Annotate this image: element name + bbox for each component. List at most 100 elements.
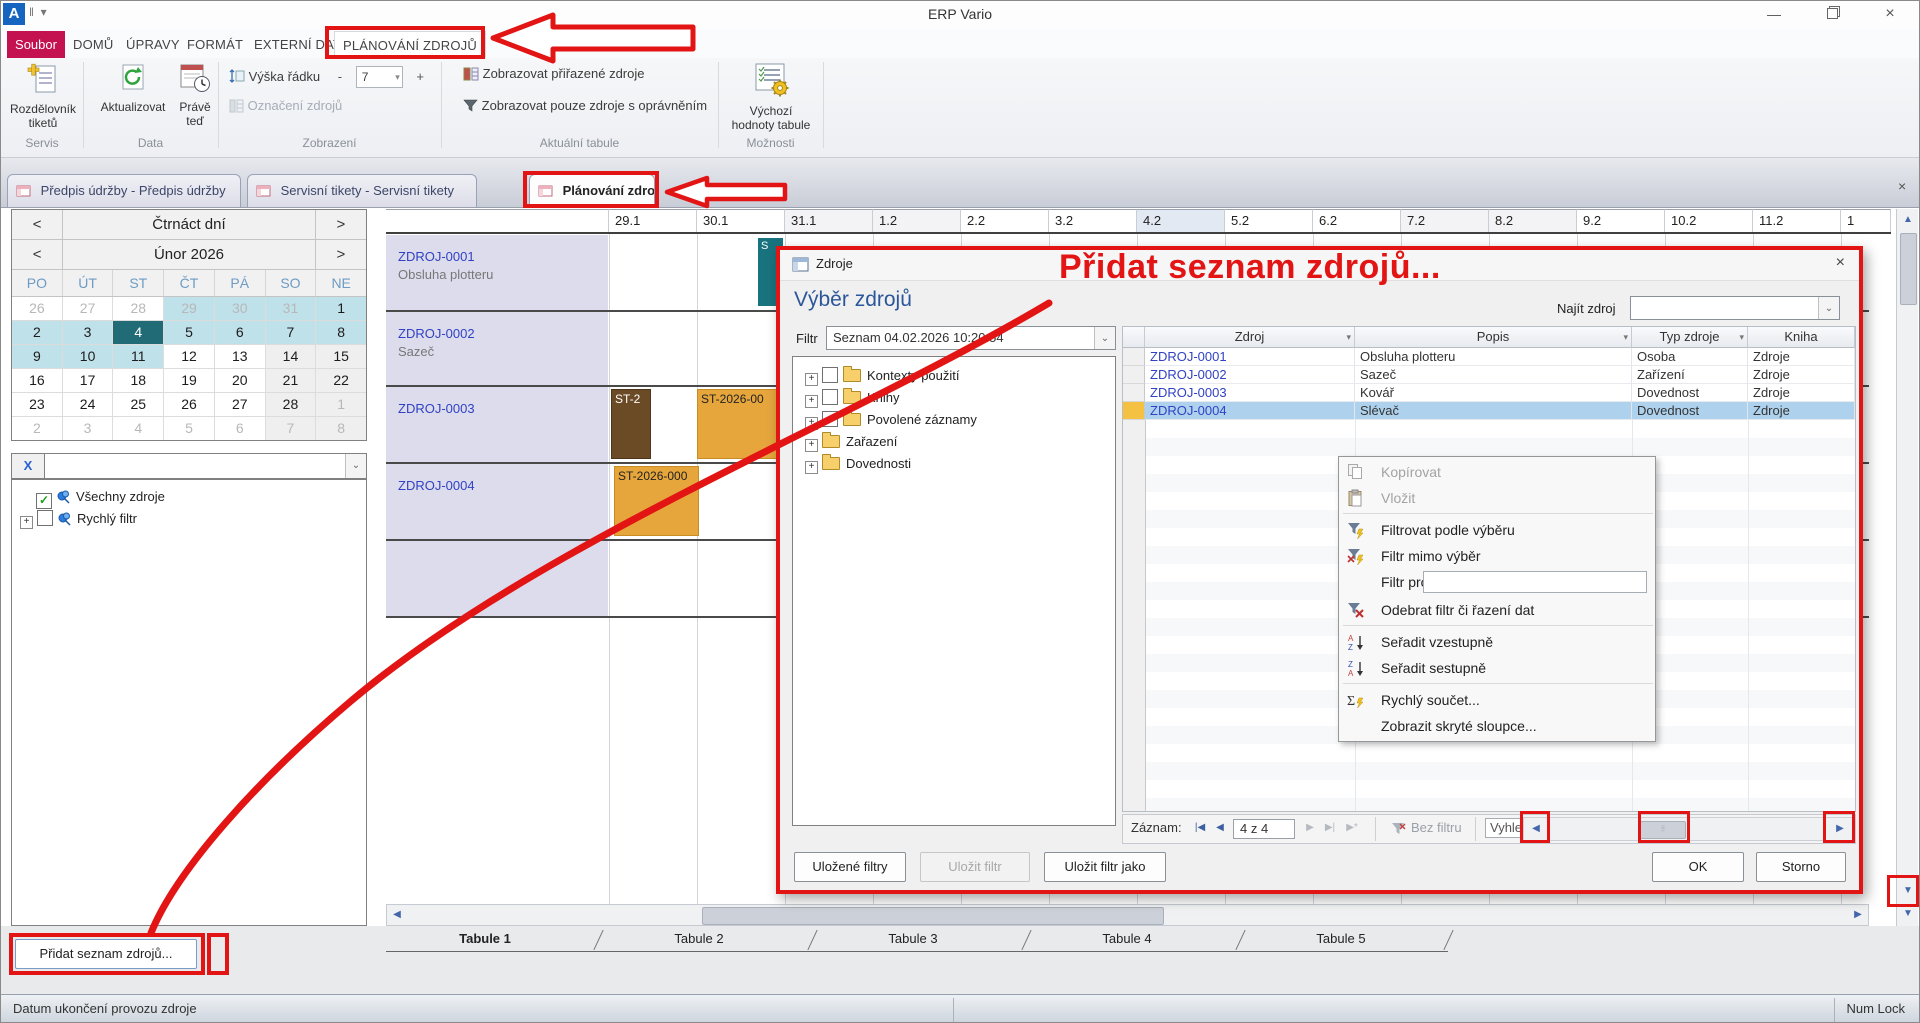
calendar-range-prev[interactable]: < — [12, 210, 63, 239]
table-cell[interactable]: Osoba — [1632, 348, 1748, 366]
menu-item-filtr-mimo-vyber[interactable]: Filtr mimo výběr — [1339, 543, 1655, 569]
chevron-down-icon[interactable]: ⌄ — [345, 454, 366, 478]
scroll-right-icon[interactable]: ▶ — [1830, 819, 1850, 839]
checkbox-icon[interactable] — [37, 510, 53, 526]
table-cell[interactable]: Zdroje — [1748, 348, 1855, 366]
calendar-day[interactable]: 4 — [113, 417, 164, 440]
row-height-minus[interactable]: - — [338, 69, 342, 84]
tree-item-povolene-zaznamy[interactable]: +Povolené záznamy — [793, 409, 1115, 431]
ribbon-tab-soubor[interactable]: Soubor — [7, 31, 65, 58]
saved-filters-button[interactable]: Uložené filtry — [794, 852, 906, 882]
aktualizovat-button[interactable]: Aktualizovat — [93, 62, 173, 114]
table-cell[interactable]: ZDROJ-0001 — [1145, 348, 1355, 366]
table-cell[interactable]: ZDROJ-0002 — [1145, 366, 1355, 384]
row-selector[interactable] — [1123, 366, 1145, 384]
previous-record-icon[interactable]: ◀ — [1211, 822, 1229, 833]
calendar-day[interactable]: 5 — [164, 321, 215, 344]
table-cell[interactable]: Obsluha plotteru — [1355, 348, 1632, 366]
resource-row[interactable]: ZDROJ-0004 — [386, 464, 608, 539]
rozdelovnik-tiketu-button[interactable]: Rozdělovník tiketů — [7, 62, 79, 130]
doc-tab-planovani-zdroju[interactable]: Plánování zdrojů — [529, 174, 655, 207]
calendar-range-next[interactable]: > — [316, 210, 366, 239]
calendar-day[interactable]: 1 — [316, 393, 366, 416]
record-position[interactable]: 4 z 4 — [1233, 819, 1295, 839]
calendar-day[interactable]: 19 — [164, 369, 215, 392]
doc-tab-servisni-tikety[interactable]: Servisní tikety - Servisní tikety — [247, 174, 477, 207]
sheet-tab-tabule-3[interactable]: Tabule 3 — [814, 926, 1012, 952]
calendar-day[interactable]: 28 — [266, 393, 317, 416]
table-horizontal-scrollbar[interactable]: ◀ ⦙⦙ ▶ — [1523, 817, 1853, 841]
last-record-icon[interactable]: ▶| — [1321, 822, 1339, 833]
calendar-day[interactable]: 7 — [266, 417, 317, 440]
find-resource-combo[interactable]: ⌄ — [1630, 296, 1840, 320]
vertical-scrollbar[interactable]: ▲ ▼ ▼ — [1896, 209, 1918, 926]
calendar-day[interactable]: 24 — [63, 393, 114, 416]
table-cell[interactable]: Dovednost — [1632, 402, 1748, 420]
calendar-day[interactable]: 9 — [12, 345, 63, 368]
calendar-day[interactable]: 22 — [316, 369, 366, 392]
checkbox-checked-icon[interactable]: ✓ — [36, 493, 52, 509]
sheet-tab-tabule-5[interactable]: Tabule 5 — [1242, 926, 1440, 952]
calendar-month-next[interactable]: > — [316, 240, 366, 269]
calendar-day[interactable]: 30 — [215, 297, 266, 320]
calendar-day-selected[interactable]: 4 — [113, 321, 164, 344]
expand-icon[interactable]: + — [805, 417, 818, 430]
menu-item-rychly-soucet[interactable]: Σ Rychlý součet... — [1339, 687, 1655, 713]
filter-status[interactable]: Bez filtru — [1411, 820, 1462, 835]
table-cell[interactable]: Dovednost — [1632, 384, 1748, 402]
table-cell[interactable]: ZDROJ-0004 — [1145, 402, 1355, 420]
sheet-tab-tabule-1[interactable]: Tabule 1 — [386, 926, 584, 952]
tree-item-knihy[interactable]: +Knihy — [793, 387, 1115, 409]
calendar-day[interactable]: 26 — [164, 393, 215, 416]
ribbon-tab-format[interactable]: FORMÁT — [187, 31, 243, 58]
sheet-tab-tabule-4[interactable]: Tabule 4 — [1028, 926, 1226, 952]
calendar-day[interactable]: 23 — [12, 393, 63, 416]
filter-for-input[interactable] — [1423, 571, 1647, 593]
scrollbar-thumb[interactable] — [702, 907, 1164, 925]
checkbox-icon[interactable] — [822, 367, 838, 383]
calendar-day[interactable]: 17 — [63, 369, 114, 392]
tree-item-kontexty-pouziti[interactable]: +Kontexty použití — [793, 365, 1115, 387]
calendar-day[interactable]: 20 — [215, 369, 266, 392]
prave-ted-button[interactable]: Právě teď — [173, 62, 217, 128]
restore-button[interactable] — [1815, 3, 1849, 25]
next-record-icon[interactable]: ▶ — [1301, 822, 1319, 833]
resource-id-link[interactable]: ZDROJ-0003 — [398, 401, 608, 416]
save-filter-button[interactable]: Uložit filtr — [920, 852, 1030, 882]
new-record-icon[interactable]: ▶* — [1343, 822, 1361, 833]
calendar-day[interactable]: 27 — [63, 297, 114, 320]
calendar-month-prev[interactable]: < — [12, 240, 63, 269]
row-height-value[interactable]: 7▾ — [356, 66, 403, 88]
checkbox-icon[interactable] — [822, 389, 838, 405]
calendar-day[interactable]: 10 — [63, 345, 114, 368]
checkbox-icon[interactable] — [822, 411, 838, 427]
calendar-day[interactable]: 7 — [266, 321, 317, 344]
minimize-button[interactable]: — — [1757, 3, 1791, 25]
chevron-down-icon[interactable]: ▾ — [1623, 327, 1628, 347]
scroll-down-icon[interactable]: ▼ — [1898, 904, 1918, 924]
calendar-day[interactable]: 2 — [12, 417, 63, 440]
horizontal-scrollbar[interactable]: ◀ ▶ — [386, 904, 1869, 926]
row-selector[interactable] — [1123, 384, 1145, 402]
add-resource-list-button[interactable]: Přidat seznam zdrojů... — [15, 939, 197, 969]
row-selector[interactable] — [1123, 348, 1145, 366]
column-header-zdroj[interactable]: Zdroj▾ — [1145, 327, 1355, 348]
row-height-plus[interactable]: + — [416, 69, 424, 84]
doc-tab-predpis-udrzby[interactable]: Předpis údržby - Předpis údržby — [7, 174, 241, 207]
scroll-up-icon[interactable]: ▲ — [1898, 210, 1918, 230]
table-cell[interactable]: Kovář — [1355, 384, 1632, 402]
column-header-popis[interactable]: Popis▾ — [1355, 327, 1632, 348]
sheet-tab-tabule-2[interactable]: Tabule 2 — [600, 926, 798, 952]
table-cell[interactable]: Zdroje — [1748, 384, 1855, 402]
ribbon-tab-upravy[interactable]: ÚPRAVY — [126, 31, 180, 58]
scrollbar-thumb[interactable]: ⦙⦙ — [1640, 821, 1686, 839]
ribbon-tab-planovani-zdroju[interactable]: PLÁNOVÁNÍ ZDROJŮ — [334, 31, 486, 59]
calendar-day[interactable]: 27 — [215, 393, 266, 416]
expand-icon[interactable]: + — [805, 395, 818, 408]
calendar-day[interactable]: 21 — [266, 369, 317, 392]
task-block[interactable]: ST-2026-000 — [614, 466, 699, 536]
calendar-day[interactable]: 28 — [113, 297, 164, 320]
calendar-day[interactable]: 2 — [12, 321, 63, 344]
task-block[interactable]: ST-2 — [611, 389, 651, 459]
expand-icon[interactable]: + — [805, 439, 818, 452]
